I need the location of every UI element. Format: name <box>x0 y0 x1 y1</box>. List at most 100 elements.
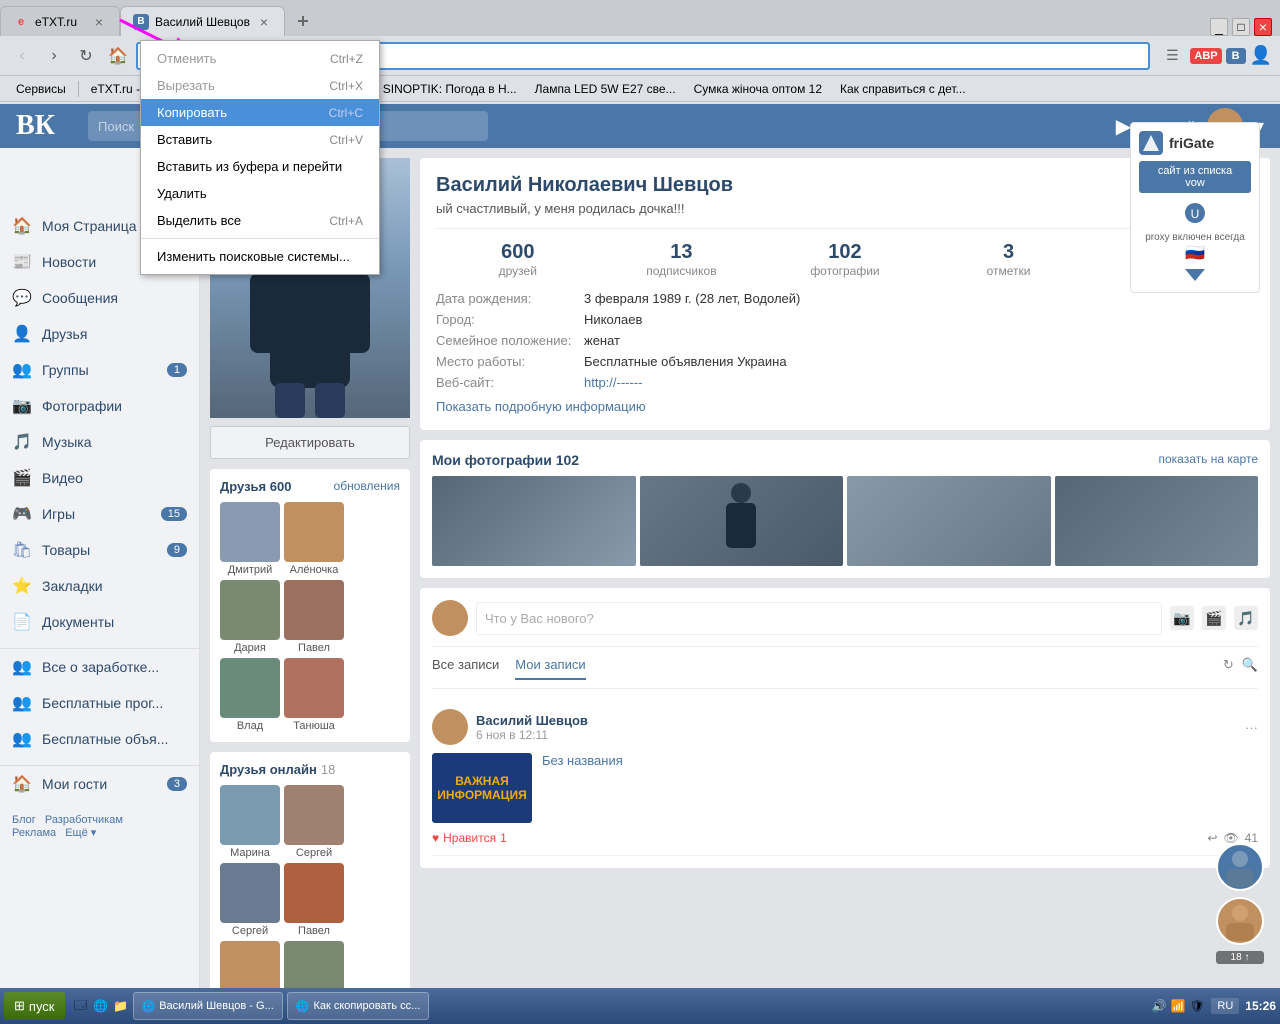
edit-profile-btn[interactable]: Редактировать <box>210 426 410 459</box>
friend-item-alenochka[interactable]: Алёночка <box>284 502 344 576</box>
ctx-undo[interactable]: Отменить Ctrl+Z <box>141 45 379 72</box>
wall-refresh-icon[interactable]: ↻ <box>1223 657 1234 680</box>
sidebar-item-free-ads[interactable]: 👥 Бесплатные объя... <box>0 721 199 757</box>
taskbar-item-copy[interactable]: 🌐 Как скопировать сс... <box>287 992 430 1020</box>
online-friend-sergey2[interactable]: Сергей <box>220 863 280 937</box>
sidebar-item-earnings[interactable]: 👥 Все о заработке... <box>0 649 199 685</box>
photos-map-link[interactable]: показать на карте <box>1159 452 1259 468</box>
bottom-avatar-2[interactable] <box>1216 897 1264 945</box>
bottom-avatar-1[interactable] <box>1216 843 1264 891</box>
reload-btn[interactable]: ↻ <box>72 42 100 70</box>
sidebar-item-free-prog[interactable]: 👥 Бесплатные прог... <box>0 685 199 721</box>
home-btn[interactable]: 🏠 <box>104 42 132 70</box>
friends-update-link[interactable]: обновления <box>334 479 400 494</box>
friend-item-dmitry[interactable]: Дмитрий <box>220 502 280 576</box>
frigate-vow-btn[interactable]: сайт из списка vow <box>1139 161 1251 193</box>
taskbar-tray-folder[interactable]: 📁 <box>113 998 129 1014</box>
online-friend-yurets[interactable]: Юрец <box>284 941 344 988</box>
start-button[interactable]: ⊞ пуск <box>4 992 65 1020</box>
bookmark-bag[interactable]: Сумка жіноча оптом 12 <box>686 80 830 98</box>
detail-website-val[interactable]: http://------ <box>584 375 643 390</box>
extensions-btn[interactable]: ☰ <box>1158 42 1186 70</box>
back-btn[interactable]: ‹ <box>8 42 36 70</box>
photo-thumb-3[interactable] <box>847 476 1051 566</box>
ctx-cut[interactable]: Вырезать Ctrl+X <box>141 72 379 99</box>
tab-close-vk[interactable]: × <box>256 14 272 30</box>
post-likes[interactable]: ♥ Нравится 1 <box>432 831 507 845</box>
wall-video-icon[interactable]: 🎬 <box>1202 606 1226 630</box>
online-friend-pavel2[interactable]: Павел <box>284 863 344 937</box>
bookmark-article[interactable]: Как справиться с дет... <box>832 80 974 98</box>
tab-close-etxt[interactable]: × <box>91 14 107 30</box>
sidebar-item-friends[interactable]: 👤 Друзья <box>0 316 199 352</box>
wall-photo-icon[interactable]: 📷 <box>1170 606 1194 630</box>
sidebar-footer-blog[interactable]: Блог <box>12 814 36 826</box>
photo-thumb-4[interactable] <box>1055 476 1259 566</box>
friend-item-tanyusha[interactable]: Танюша <box>284 658 344 732</box>
sidebar-item-guests[interactable]: 🏠 Мои гости 3 <box>0 766 199 802</box>
forward-btn[interactable]: › <box>40 42 68 70</box>
sidebar-item-games[interactable]: 🎮 Игры 15 <box>0 496 199 532</box>
stat-marks[interactable]: 3 отметки <box>927 241 1091 278</box>
sidebar-item-messages[interactable]: 💬 Сообщения <box>0 280 199 316</box>
photo-thumb-1[interactable] <box>432 476 636 566</box>
sidebar-item-photos[interactable]: 📷 Фотографии <box>0 388 199 424</box>
sidebar-item-bookmarks[interactable]: ⭐ Закладки <box>0 568 199 604</box>
online-friend-katya[interactable]: Катя <box>220 941 280 988</box>
online-friend-sergey1[interactable]: Сергей <box>284 785 344 859</box>
ctx-paste-navigate[interactable]: Вставить из буфера и перейти <box>141 153 379 180</box>
wall-input-placeholder[interactable]: Что у Вас нового? <box>476 602 1162 635</box>
wall-tab-all[interactable]: Все записи <box>432 657 499 680</box>
stat-photos[interactable]: 102 фотографии <box>763 241 927 278</box>
wall-tab-my[interactable]: Мои записи <box>515 657 585 680</box>
tray-network-icon[interactable]: 🔊 <box>1151 998 1167 1014</box>
taskbar-tray-show-desktop[interactable]: 🗔 <box>73 998 89 1014</box>
tab-vk[interactable]: В Василий Шевцов × <box>120 6 285 36</box>
sidebar-item-goods[interactable]: 🛍 Товары 9 <box>0 532 199 568</box>
ctx-search-engines[interactable]: Изменить поисковые системы... <box>141 243 379 270</box>
vk-play-btn[interactable]: ▶ <box>1116 114 1131 139</box>
vk-logo[interactable]: ВК <box>16 110 76 142</box>
vk-ext-icon[interactable]: В <box>1226 48 1246 64</box>
online-friend-marina[interactable]: Марина <box>220 785 280 859</box>
friend-item-pavel[interactable]: Павел <box>284 580 344 654</box>
friend-item-darya[interactable]: Дария <box>220 580 280 654</box>
more-info-link[interactable]: Показать подробную информацию <box>436 399 1254 414</box>
bookmark-lamp[interactable]: Лампа LED 5W E27 све... <box>527 80 684 98</box>
tray-security-icon[interactable]: 🛡 <box>1189 998 1205 1014</box>
post-image-thumbnail[interactable]: ВАЖНАЯ ИНФОРМАЦИЯ <box>432 753 532 823</box>
taskbar-tray-ie[interactable]: 🌐 <box>93 998 109 1014</box>
taskbar-item-chrome[interactable]: 🌐 Василий Шевцов - G... <box>133 992 283 1020</box>
ctx-copy[interactable]: Копировать Ctrl+C <box>141 99 379 126</box>
friend-item-vlad[interactable]: Влад <box>220 658 280 732</box>
bookmark-sinoptik[interactable]: SINOPTIK: Погода в Н... <box>375 80 525 98</box>
sidebar-footer-more[interactable]: Ещё ▾ <box>65 827 96 839</box>
tab-etxt[interactable]: e eTXT.ru × <box>0 6 120 36</box>
ctx-delete[interactable]: Удалить <box>141 180 379 207</box>
language-btn[interactable]: RU <box>1211 998 1239 1014</box>
post-author-avatar[interactable] <box>432 709 468 745</box>
wall-search-icon[interactable]: 🔍 <box>1242 657 1258 680</box>
new-tab-btn[interactable] <box>285 6 321 36</box>
ctx-paste[interactable]: Вставить Ctrl+V <box>141 126 379 153</box>
maximize-btn[interactable]: □ <box>1232 18 1250 36</box>
sidebar-footer-dev[interactable]: Разработчикам <box>45 814 123 826</box>
photo-thumb-2[interactable] <box>640 476 844 566</box>
sidebar-item-video[interactable]: 🎬 Видео <box>0 460 199 496</box>
close-btn[interactable]: × <box>1254 18 1272 36</box>
stat-friends[interactable]: 600 друзей <box>436 241 600 278</box>
tray-volume-icon[interactable]: 📶 <box>1170 998 1186 1014</box>
user-icon[interactable]: 👤 <box>1250 45 1272 66</box>
minimize-btn[interactable]: _ <box>1210 18 1228 36</box>
wall-music-icon[interactable]: 🎵 <box>1234 606 1258 630</box>
post-author-name[interactable]: Василий Шевцов <box>476 713 588 728</box>
post-more-btn[interactable]: ··· <box>1245 720 1258 735</box>
sidebar-item-groups[interactable]: 👥 Группы 1 <box>0 352 199 388</box>
abp-icon[interactable]: ABP <box>1190 48 1221 64</box>
stat-subscribers[interactable]: 13 подписчиков <box>600 241 764 278</box>
bookmark-services[interactable]: Сервисы <box>8 80 74 98</box>
sidebar-item-music[interactable]: 🎵 Музыка <box>0 424 199 460</box>
sidebar-item-docs[interactable]: 📄 Документы <box>0 604 199 640</box>
sidebar-footer-ads[interactable]: Реклама <box>12 827 56 839</box>
ctx-select-all[interactable]: Выделить все Ctrl+A <box>141 207 379 234</box>
